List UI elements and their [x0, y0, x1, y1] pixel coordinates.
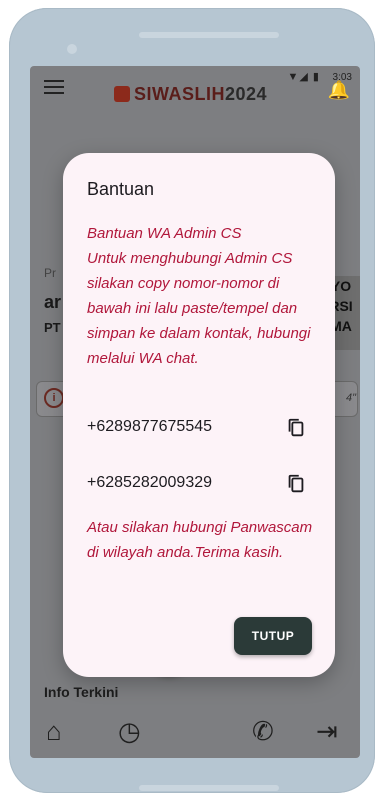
history-icon[interactable]: ◷: [118, 716, 141, 747]
phone-row: +6285282009329: [87, 470, 313, 498]
info-icon: i: [44, 388, 64, 408]
brand-name: SIWASLIH: [134, 84, 226, 104]
top-speaker: [139, 32, 279, 38]
help-dialog: Bantuan Bantuan WA Admin CS Untuk menghu…: [63, 153, 335, 677]
bottom-nav: ⌂ ◷ ✆ ⇥: [30, 712, 360, 758]
menu-icon[interactable]: [44, 80, 64, 94]
bg-org: PT: [44, 320, 61, 335]
phone-number: +6289877675545: [87, 418, 213, 435]
status-icons: ▼◢ ▮: [287, 71, 320, 83]
brand-logo: SIWASLIH2024: [114, 84, 267, 105]
dialog-message: Bantuan WA Admin CS Untuk menghubungi Ad…: [87, 225, 311, 367]
dialog-footer-text: Atau silakan hubungi Panwascam di wilaya…: [87, 519, 313, 561]
info-terkini-title: Info Terkini: [44, 684, 119, 700]
bell-icon[interactable]: 🔔: [328, 80, 350, 101]
dialog-title: Bantuan: [87, 179, 155, 199]
logout-icon[interactable]: ⇥: [316, 716, 338, 747]
copy-icon[interactable]: [285, 416, 307, 440]
phone-icon[interactable]: ✆: [252, 716, 274, 747]
front-camera: [67, 44, 77, 54]
brand-emblem-icon: [114, 86, 130, 102]
bg-name: ar: [44, 292, 62, 312]
bg-info-text: 4": [345, 392, 356, 404]
copy-icon[interactable]: [285, 472, 307, 496]
close-button[interactable]: TUTUP: [234, 617, 312, 655]
bg-label: Pr: [44, 266, 56, 280]
phone-row: +6289877675545: [87, 414, 313, 442]
home-icon[interactable]: ⌂: [46, 716, 62, 747]
bottom-speaker: [139, 785, 279, 791]
brand-year: 2024: [225, 84, 268, 104]
phone-number: +6285282009329: [87, 474, 213, 491]
